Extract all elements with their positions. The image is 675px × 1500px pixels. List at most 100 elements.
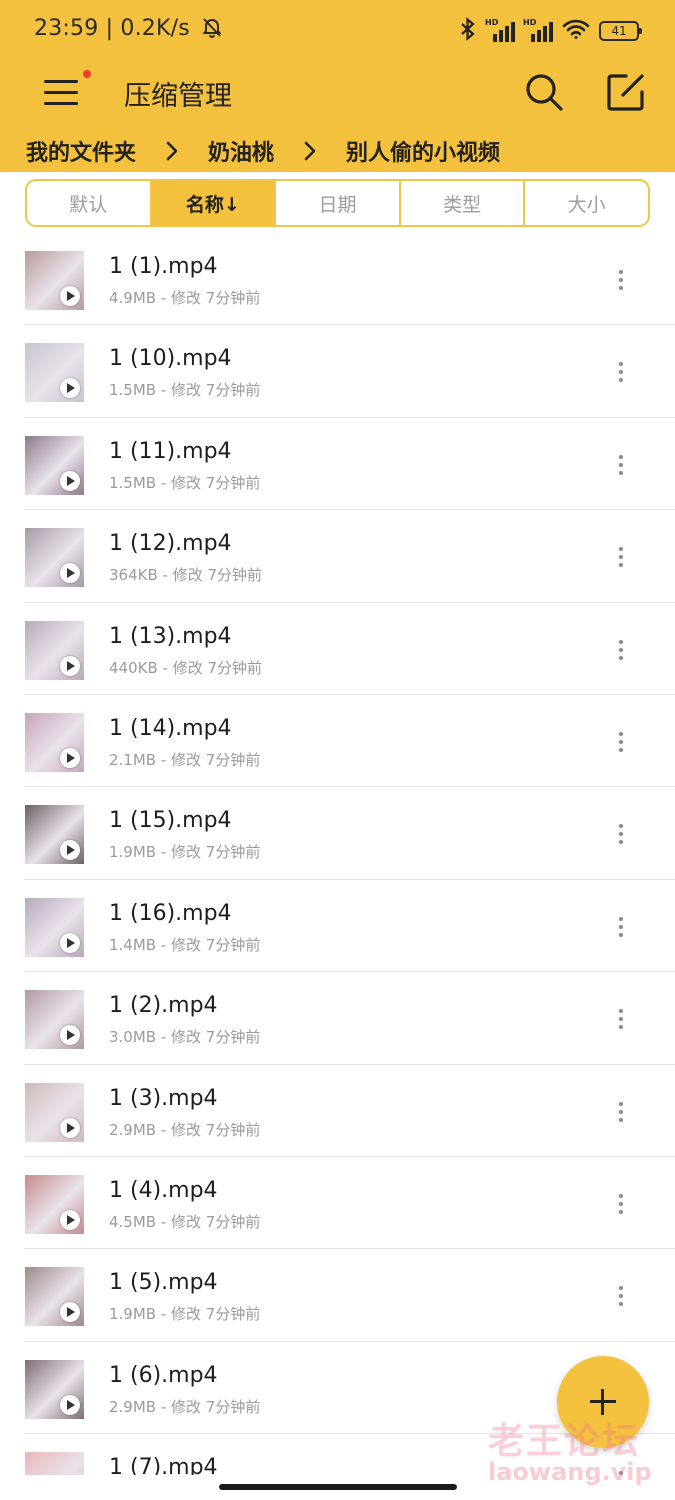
list-item[interactable]: 1 (5).mp4 1.9MB - 修改 7分钟前 <box>0 1249 675 1342</box>
file-name: 1 (7).mp4 <box>109 1455 218 1475</box>
file-name: 1 (16).mp4 <box>109 900 232 926</box>
play-icon <box>60 655 80 676</box>
more-options-icon[interactable] <box>604 725 638 759</box>
video-thumbnail <box>25 435 84 495</box>
breadcrumb-item-folder[interactable]: 奶油桃 <box>208 135 274 167</box>
file-name: 1 (15).mp4 <box>109 808 232 834</box>
file-meta: 4.9MB - 修改 7分钟前 <box>109 289 261 307</box>
file-meta: 2.9MB - 修改 7分钟前 <box>109 1120 261 1139</box>
list-item[interactable]: 1 (10).mp4 1.5MB - 修改 7分钟前 <box>0 325 675 418</box>
play-icon <box>60 1117 80 1138</box>
file-name: 1 (12).mp4 <box>109 531 232 557</box>
more-options-icon[interactable] <box>604 1002 638 1036</box>
file-name: 1 (5).mp4 <box>109 1270 218 1296</box>
list-item[interactable]: 1 (3).mp4 2.9MB - 修改 7分钟前 <box>0 1065 675 1157</box>
wifi-icon <box>561 18 591 44</box>
play-icon <box>60 378 80 399</box>
play-icon <box>60 563 80 584</box>
play-icon <box>60 840 80 861</box>
sort-tab-type[interactable]: 类型 <box>401 181 526 225</box>
more-options-icon[interactable] <box>604 263 638 297</box>
video-thumbnail <box>25 990 84 1050</box>
notification-dot <box>83 70 91 78</box>
sort-tab-date[interactable]: 日期 <box>276 181 401 225</box>
bluetooth-icon <box>459 17 477 45</box>
more-options-icon[interactable] <box>604 817 638 851</box>
watermark-url: laowang.vip <box>488 1458 652 1486</box>
file-name: 1 (6).mp4 <box>109 1362 218 1388</box>
file-meta: 1.9MB - 修改 7分钟前 <box>109 1305 261 1324</box>
video-thumbnail <box>25 1359 84 1419</box>
sort-tab-name[interactable]: 名称↓ <box>151 181 277 225</box>
file-meta: 1.9MB - 修改 7分钟前 <box>109 843 261 862</box>
breadcrumb-item-root[interactable]: 我的文件夹 <box>26 135 136 167</box>
list-item[interactable]: 1 (2).mp4 3.0MB - 修改 7分钟前 <box>0 972 675 1065</box>
breadcrumb: 我的文件夹 奶油桃 别人偷的小视频 <box>26 134 500 168</box>
file-name: 1 (14).mp4 <box>109 715 232 741</box>
play-icon <box>60 470 80 491</box>
play-icon <box>60 286 80 306</box>
video-thumbnail <box>25 1452 84 1475</box>
video-thumbnail <box>25 1174 84 1234</box>
video-thumbnail <box>25 343 84 403</box>
list-item[interactable]: 1 (11).mp4 1.5MB - 修改 7分钟前 <box>0 418 675 511</box>
edit-button[interactable] <box>604 70 648 114</box>
play-icon <box>60 932 80 953</box>
more-options-icon[interactable] <box>604 1279 638 1313</box>
sort-bar: 默认 名称↓ 日期 类型 大小 <box>25 179 650 227</box>
sort-tab-size[interactable]: 大小 <box>525 181 648 225</box>
breadcrumb-item-current[interactable]: 别人偷的小视频 <box>346 135 500 167</box>
status-time: 23:59 | 0.2K/s <box>34 16 223 44</box>
more-options-icon[interactable] <box>604 633 638 667</box>
more-options-icon[interactable] <box>604 1187 638 1221</box>
edit-icon <box>607 74 644 111</box>
more-options-icon[interactable] <box>604 355 638 389</box>
file-name: 1 (4).mp4 <box>109 1177 218 1203</box>
watermark-text: 老王论坛 <box>488 1421 641 1462</box>
file-meta: 1.4MB - 修改 7分钟前 <box>109 935 261 954</box>
play-icon <box>60 1209 80 1230</box>
file-name: 1 (13).mp4 <box>109 623 232 649</box>
page-title: 压缩管理 <box>124 81 232 112</box>
video-thumbnail <box>25 528 84 588</box>
more-options-icon[interactable] <box>604 540 638 574</box>
list-item[interactable]: 1 (15).mp4 1.9MB - 修改 7分钟前 <box>0 787 675 880</box>
search-button[interactable] <box>522 70 566 114</box>
list-item[interactable]: 1 (1).mp4 4.9MB - 修改 7分钟前 <box>0 233 675 326</box>
file-meta: 2.9MB - 修改 7分钟前 <box>109 1397 261 1416</box>
file-meta: 364KB - 修改 7分钟前 <box>109 566 263 585</box>
status-bar: 23:59 | 0.2K/s HD HD 41 <box>0 0 675 62</box>
more-options-icon[interactable] <box>604 1095 638 1129</box>
list-item[interactable]: 1 (12).mp4 364KB - 修改 7分钟前 <box>0 510 675 603</box>
app-header: 23:59 | 0.2K/s HD HD 41 压缩管理 我的文件夹 奶油桃 别… <box>0 0 675 172</box>
play-icon <box>60 1302 80 1323</box>
video-thumbnail <box>25 620 84 680</box>
play-icon <box>60 1394 80 1415</box>
chevron-right-icon <box>292 139 328 163</box>
list-item[interactable]: 1 (4).mp4 4.5MB - 修改 7分钟前 <box>0 1157 675 1250</box>
file-name: 1 (3).mp4 <box>109 1085 218 1111</box>
list-item[interactable]: 1 (13).mp4 440KB - 修改 7分钟前 <box>0 603 675 695</box>
sort-tab-default[interactable]: 默认 <box>27 181 152 225</box>
file-meta: 1.5MB - 修改 7分钟前 <box>109 381 261 400</box>
home-indicator[interactable] <box>219 1484 457 1490</box>
file-meta: 1.5MB - 修改 7分钟前 <box>109 473 261 492</box>
status-time-text: 23:59 | 0.2K/s <box>34 16 190 41</box>
video-thumbnail <box>25 251 84 310</box>
menu-button[interactable] <box>40 70 91 114</box>
cell-signal-icon: HD <box>485 18 515 42</box>
more-options-icon[interactable] <box>604 910 638 944</box>
search-icon <box>526 74 563 111</box>
bell-off-icon <box>201 16 223 44</box>
chevron-right-icon <box>154 139 190 163</box>
file-meta: 3.0MB - 修改 7分钟前 <box>109 1028 261 1047</box>
file-meta: 2.1MB - 修改 7分钟前 <box>109 750 261 769</box>
video-thumbnail <box>25 1082 84 1142</box>
status-icons: HD HD 41 <box>459 17 642 45</box>
more-options-icon[interactable] <box>604 448 638 482</box>
video-thumbnail <box>25 805 84 865</box>
video-thumbnail <box>25 1267 84 1327</box>
file-name: 1 (10).mp4 <box>109 346 232 372</box>
list-item[interactable]: 1 (14).mp4 2.1MB - 修改 7分钟前 <box>0 695 675 788</box>
list-item[interactable]: 1 (16).mp4 1.4MB - 修改 7分钟前 <box>0 880 675 973</box>
